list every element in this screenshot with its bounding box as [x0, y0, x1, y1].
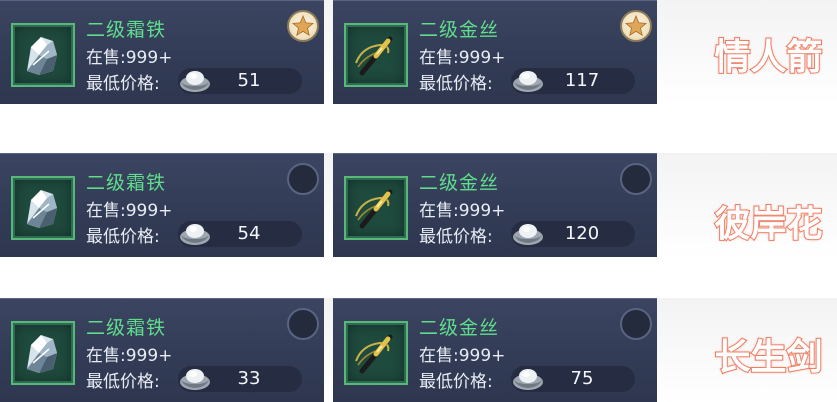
item-name: 二级金丝: [419, 19, 500, 41]
stock-count: 在售:999+: [86, 201, 173, 221]
item-name: 二级霜铁: [86, 172, 167, 194]
item-name: 二级金丝: [419, 317, 500, 339]
item-card-frost-iron[interactable]: 二级霜铁 在售:999+ 最低价格: 33: [0, 298, 324, 402]
lowest-price-value: 75: [570, 368, 594, 389]
lowest-price-value: 117: [564, 70, 600, 91]
item-card-gold-thread[interactable]: 二级金丝 在售:999+ 最低价格: 120: [333, 153, 657, 257]
stock-count: 在售:999+: [419, 346, 506, 366]
frost-iron-icon: [11, 176, 75, 240]
server-row: 二级霜铁 在售:999+ 最低价格: 54 二级金丝 在售:999+ 最低价格:…: [0, 153, 837, 257]
silver-ingot-icon: [178, 65, 212, 95]
stock-count: 在售:999+: [86, 48, 173, 68]
price-label: 最低价格:: [86, 372, 160, 392]
frost-iron-icon: [11, 23, 75, 87]
item-name: 二级金丝: [419, 172, 500, 194]
item-card-frost-iron[interactable]: 二级霜铁 在售:999+ 最低价格: 54: [0, 153, 324, 257]
star-icon: [292, 15, 314, 37]
server-tag: 长生剑: [713, 336, 823, 379]
gold-thread-icon: [344, 23, 408, 87]
price-label: 最低价格:: [86, 227, 160, 247]
server-row: 二级霜铁 在售:999+ 最低价格: 51 二级金丝 在售:999+ 最低价格:…: [0, 0, 837, 104]
favorite-toggle[interactable]: [287, 308, 319, 340]
favorite-toggle[interactable]: [620, 10, 652, 42]
silver-ingot-icon: [511, 363, 545, 393]
favorite-toggle[interactable]: [620, 163, 652, 195]
stock-count: 在售:999+: [419, 48, 506, 68]
server-row: 二级霜铁 在售:999+ 最低价格: 33 二级金丝 在售:999+ 最低价格:…: [0, 298, 837, 402]
server-tag: 彼岸花: [713, 203, 823, 246]
item-name: 二级霜铁: [86, 19, 167, 41]
silver-ingot-icon: [178, 363, 212, 393]
favorite-toggle[interactable]: [620, 308, 652, 340]
stock-count: 在售:999+: [419, 201, 506, 221]
item-card-gold-thread[interactable]: 二级金丝 在售:999+ 最低价格: 75: [333, 298, 657, 402]
gold-thread-icon: [344, 176, 408, 240]
star-icon: [625, 15, 647, 37]
price-label: 最低价格:: [419, 227, 493, 247]
item-card-gold-thread[interactable]: 二级金丝 在售:999+ 最低价格: 117: [333, 0, 657, 104]
favorite-toggle[interactable]: [287, 163, 319, 195]
lowest-price-value: 54: [237, 223, 261, 244]
lowest-price-value: 51: [237, 70, 261, 91]
server-tag: 情人箭: [713, 36, 823, 79]
silver-ingot-icon: [178, 218, 212, 248]
favorite-toggle[interactable]: [287, 10, 319, 42]
gold-thread-icon: [344, 321, 408, 385]
price-label: 最低价格:: [419, 372, 493, 392]
stock-count: 在售:999+: [86, 346, 173, 366]
lowest-price-value: 120: [564, 223, 600, 244]
lowest-price-value: 33: [237, 368, 261, 389]
frost-iron-icon: [11, 321, 75, 385]
silver-ingot-icon: [511, 65, 545, 95]
silver-ingot-icon: [511, 218, 545, 248]
price-label: 最低价格:: [419, 74, 493, 94]
item-card-frost-iron[interactable]: 二级霜铁 在售:999+ 最低价格: 51: [0, 0, 324, 104]
price-label: 最低价格:: [86, 74, 160, 94]
item-name: 二级霜铁: [86, 317, 167, 339]
